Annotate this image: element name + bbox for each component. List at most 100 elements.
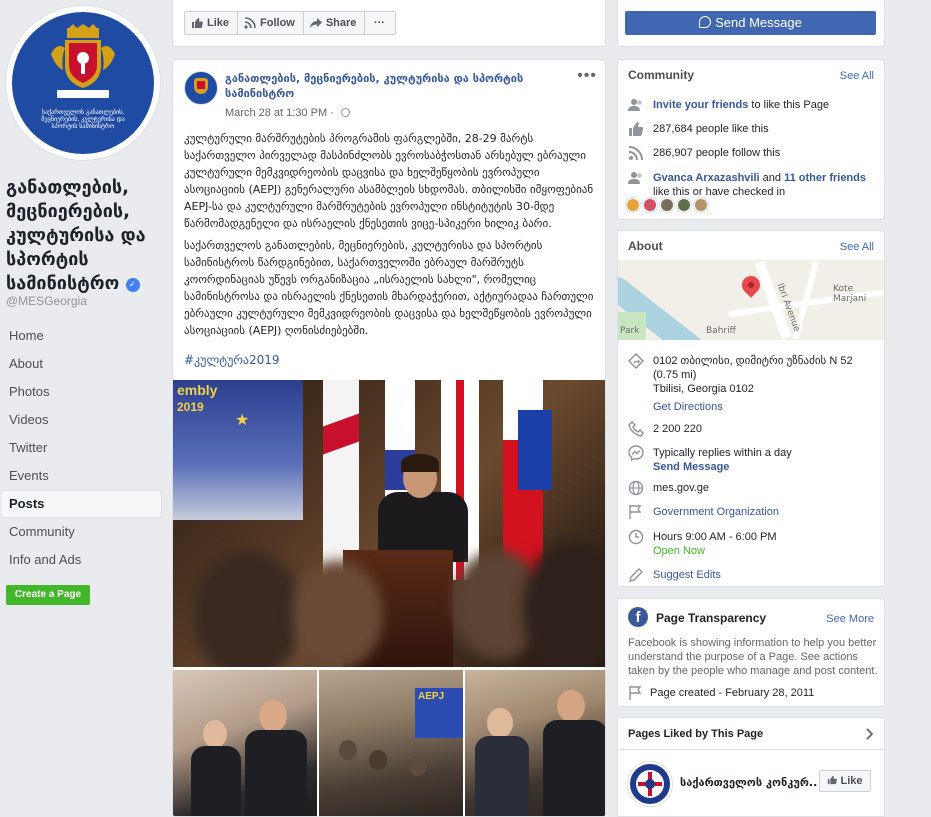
about-send-message-link[interactable]: Send Message — [653, 461, 729, 473]
flag-eu — [518, 410, 552, 490]
post-photo-thumb[interactable] — [173, 670, 317, 816]
profile-picture[interactable]: 1932 ᲬᲚᲘᲓᲐᲜ საქართველოს განათლების, მეცნ… — [6, 6, 160, 160]
invite-friends-link[interactable]: Invite your friends — [653, 99, 748, 111]
post-body: კულტურული მარშრუტების პროგრამის ფარგლებშ… — [184, 130, 596, 344]
screen-text: embly — [177, 382, 218, 398]
send-message-button[interactable]: Send Message — [625, 11, 876, 35]
thumbs-up-icon — [192, 18, 203, 28]
person — [409, 756, 427, 776]
messenger-icon — [699, 16, 712, 28]
seal-text: 1932 ᲬᲚᲘᲓᲐᲜ საქართველოს განათლების, მეცნ… — [41, 98, 125, 130]
chevron-right-icon[interactable] — [866, 728, 874, 740]
share-label: Share — [325, 17, 357, 29]
category-link[interactable]: Government Organization — [653, 505, 879, 519]
pages-liked-card: Pages Liked by This Page საქართველოს კონ… — [617, 717, 885, 817]
post-paragraph: საქართველოს განათლების, მეცნიერების, კულ… — [184, 239, 594, 337]
audience-head — [293, 560, 383, 667]
post-card: განათლების, მეცნიერების, კულტურისა და სპ… — [172, 59, 606, 817]
globe-icon — [340, 108, 350, 117]
nav-item-about[interactable]: About — [2, 350, 162, 378]
directions-icon — [628, 353, 644, 369]
friend-name-link[interactable]: Gvanca Arxazashvili — [653, 172, 760, 184]
create-page-button[interactable]: Create a Page — [6, 585, 90, 605]
invite-rest-text: to like this Page — [748, 99, 830, 111]
nav-item-events[interactable]: Events — [2, 462, 162, 490]
reply-time-text: Typically replies within a day — [653, 447, 792, 459]
about-card: About See All Kote Marjani Park Bahriff … — [617, 230, 885, 587]
projection-screen: embly 2019 ★ — [173, 380, 303, 520]
post-options-button[interactable]: ••• — [577, 68, 597, 84]
page-name-text: განათლების, მეცნიერების, კულტურისა და სპ… — [6, 177, 146, 294]
timestamp-text: March 28 at 1:30 PM · — [225, 107, 337, 119]
location-map[interactable]: Kote Marjani Park Bahriff Ibri Avenue — [618, 260, 884, 340]
nav-item-posts[interactable]: Posts — [2, 490, 162, 518]
post-photo-thumb[interactable]: AEPJ — [319, 670, 463, 816]
friend-avatar[interactable] — [660, 198, 674, 212]
about-see-all-link[interactable]: See All — [840, 241, 874, 253]
thumbs-up-icon — [828, 775, 838, 785]
post-photo-grid: AEPJ — [173, 670, 605, 816]
more-options-button[interactable]: ··· — [364, 11, 397, 35]
liked-page-logo-icon — [636, 770, 664, 798]
liked-page-avatar[interactable] — [628, 762, 672, 806]
get-directions-link[interactable]: Get Directions — [653, 400, 723, 414]
pages-liked-title: Pages Liked by This Page — [628, 728, 764, 740]
follows-count: 286,907 people follow this — [653, 147, 781, 159]
transparency-see-more-link[interactable]: See More — [826, 613, 874, 625]
person — [191, 746, 241, 816]
person — [259, 700, 287, 732]
hours-text[interactable]: Hours 9:00 AM - 6:00 PM — [653, 531, 777, 543]
send-message-label: Send Message — [715, 15, 802, 30]
post-hashtag[interactable]: #კულტურა2019 — [184, 353, 280, 367]
nav-item-videos[interactable]: Videos — [2, 406, 162, 434]
community-title: Community — [628, 68, 694, 82]
phone-number[interactable]: 2 200 220 — [653, 422, 879, 436]
friend-avatar[interactable] — [626, 198, 640, 212]
post-timestamp[interactable]: March 28 at 1:30 PM · — [225, 107, 350, 119]
nav-item-home[interactable]: Home — [2, 322, 162, 350]
cross-icon — [197, 81, 205, 89]
website-link[interactable]: mes.gov.ge — [653, 481, 879, 495]
map-label: Bahriff — [706, 326, 736, 336]
nav-item-twitter[interactable]: Twitter — [2, 434, 162, 462]
share-button[interactable]: Share — [302, 11, 366, 35]
friends-icon — [628, 172, 642, 184]
flag-icon — [629, 686, 642, 700]
audience-head — [193, 550, 303, 667]
post-photo-main[interactable]: embly 2019 ★ — [173, 380, 605, 667]
facebook-icon: f — [628, 607, 648, 627]
person — [557, 690, 585, 722]
nav-item-photos[interactable]: Photos — [2, 378, 162, 406]
post-paragraph: კულტურული მარშრუტების პროგრამის ფარგლებშ… — [184, 132, 594, 230]
liked-page-name[interactable]: საქართველოს კონკურ... — [680, 776, 818, 789]
address-line-2: Tbilisi, Georgia 0102 — [653, 383, 754, 395]
post-author-avatar[interactable] — [184, 71, 218, 105]
aepj-banner: AEPJ — [415, 688, 463, 738]
post-author-name[interactable]: განათლების, მეცნიერების, კულტურისა და სპ… — [225, 71, 575, 101]
suggest-edits-link[interactable]: Suggest Edits — [653, 568, 879, 582]
pencil-icon — [629, 568, 643, 582]
other-friends-link[interactable]: 11 other friends — [784, 172, 866, 184]
follow-button[interactable]: Follow — [237, 11, 304, 35]
community-see-all-link[interactable]: See All — [840, 70, 874, 82]
liked-page-like-button[interactable]: Like — [819, 770, 871, 792]
post-photo-thumb[interactable] — [465, 670, 605, 816]
divider — [618, 749, 884, 750]
flag-icon — [629, 505, 642, 519]
like-page-button[interactable]: Like — [184, 11, 239, 35]
thumbs-up-icon — [629, 122, 644, 136]
follow-label: Follow — [260, 17, 295, 29]
page-handle[interactable]: @MESGeorgia — [6, 294, 87, 308]
nav-item-community[interactable]: Community — [2, 518, 162, 546]
speaker-hair — [401, 454, 439, 472]
person — [203, 720, 227, 748]
nav-item-info-and-ads[interactable]: Info and Ads — [2, 546, 162, 574]
person — [487, 708, 513, 738]
community-card: Community See All Invite your friends to… — [617, 59, 885, 220]
person — [245, 730, 307, 816]
like-label: Like — [840, 775, 863, 787]
clock-icon — [628, 529, 644, 545]
friend-avatar[interactable] — [643, 198, 657, 212]
friend-avatar[interactable] — [694, 198, 708, 212]
friend-avatar[interactable] — [677, 198, 691, 212]
